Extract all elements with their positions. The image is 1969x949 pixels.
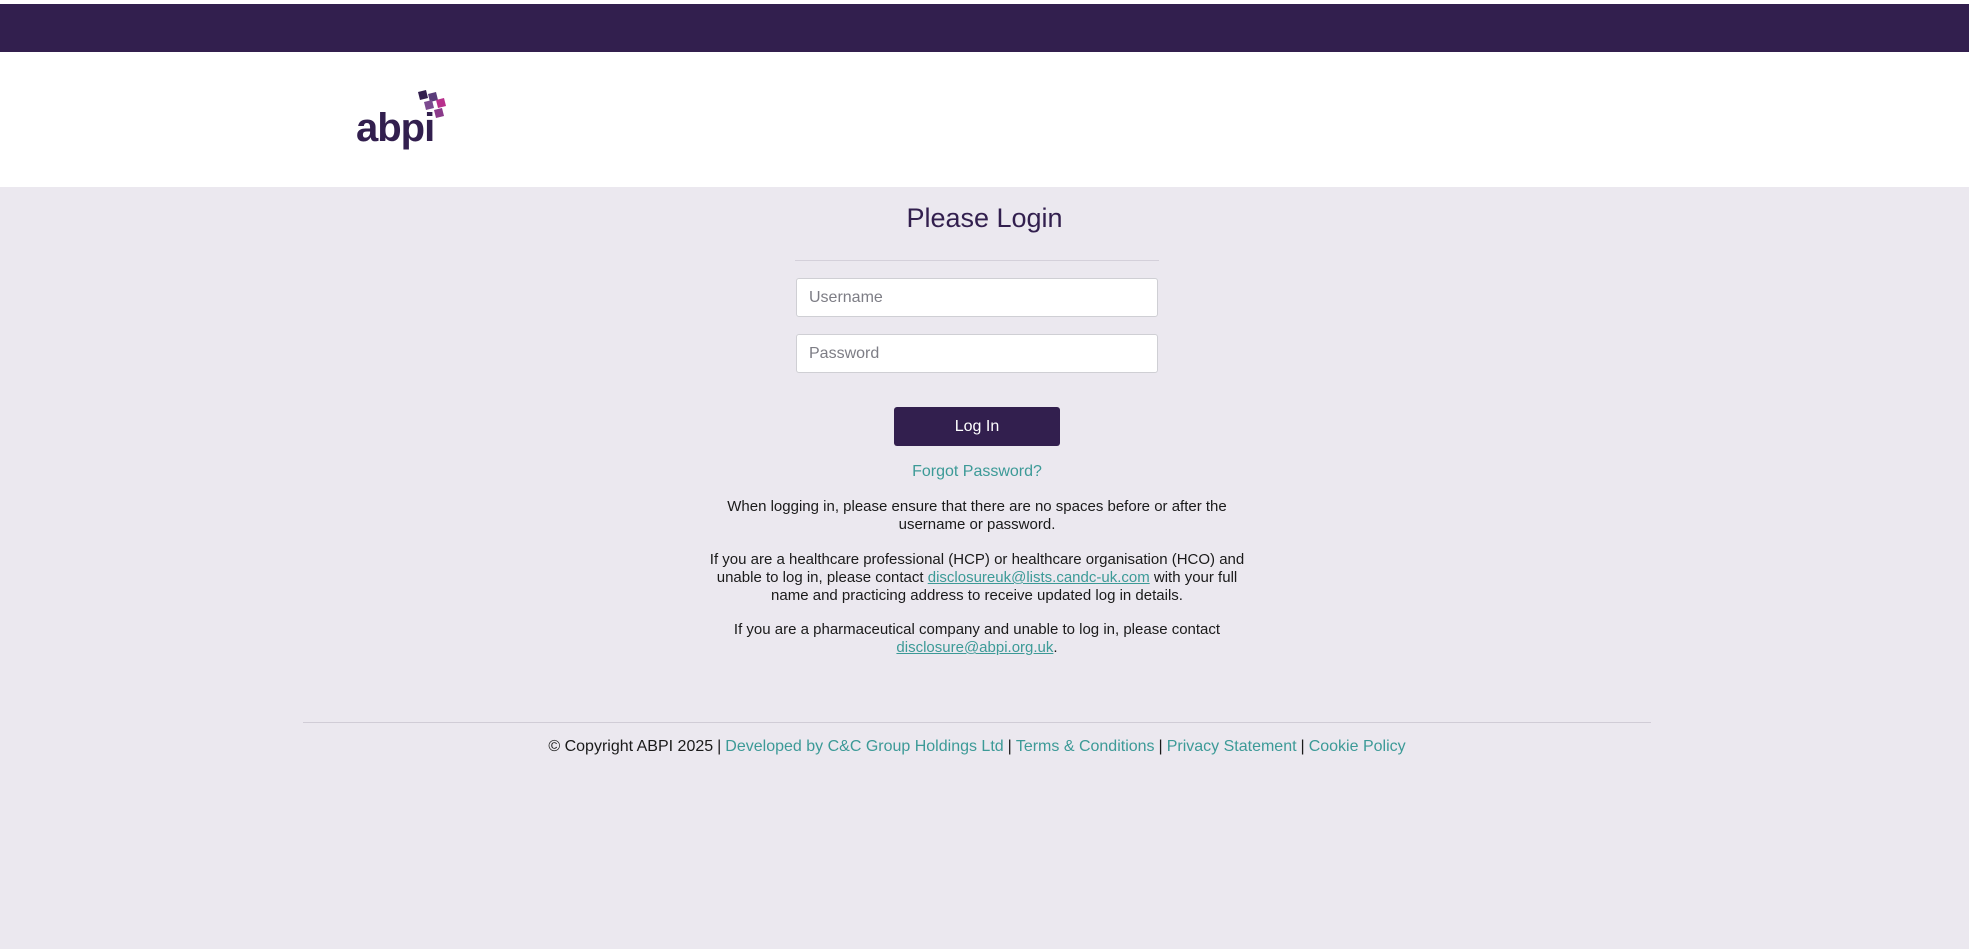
- logo-mark-icon: [418, 90, 446, 118]
- title-divider: [795, 260, 1159, 261]
- username-input[interactable]: [796, 278, 1158, 317]
- page-title: Please Login: [906, 203, 1063, 233]
- pharma-notice-paragraph: If you are a pharmaceutical company and …: [725, 621, 1230, 657]
- main-content: Please Login Log In Forgot Password? Whe…: [0, 187, 1969, 949]
- copyright-text: © Copyright ABPI 2025: [548, 738, 714, 755]
- footer-separator: |: [1300, 738, 1305, 755]
- hcp-notice-paragraph: If you are a healthcare professional (HC…: [707, 551, 1247, 605]
- spaces-notice-text: When logging in, please ensure that ther…: [727, 498, 1227, 533]
- pharma-notice-text-after: .: [1053, 639, 1058, 656]
- developed-by-link[interactable]: Developed by C&C Group Holdings Ltd: [725, 738, 1003, 755]
- footer-divider: [303, 722, 1651, 723]
- abpi-logo[interactable]: abpi: [356, 90, 456, 154]
- hcp-email-link[interactable]: disclosureuk@lists.candc-uk.com: [928, 569, 1150, 586]
- password-input[interactable]: [796, 334, 1158, 373]
- terms-link[interactable]: Terms & Conditions: [1016, 738, 1155, 755]
- spaces-notice: When logging in, please ensure that ther…: [0, 498, 1954, 534]
- forgot-password-link[interactable]: Forgot Password?: [0, 463, 1954, 481]
- pharma-notice-text-before: If you are a pharmaceutical company and …: [733, 621, 1221, 638]
- login-button[interactable]: Log In: [894, 407, 1060, 446]
- top-bar: [0, 4, 1969, 52]
- footer-separator: |: [1007, 738, 1012, 755]
- pharma-email-link[interactable]: disclosure@abpi.org.uk: [896, 639, 1053, 656]
- header: abpi: [0, 52, 1969, 187]
- privacy-link[interactable]: Privacy Statement: [1167, 738, 1297, 755]
- pharma-notice: If you are a pharmaceutical company and …: [0, 621, 1954, 657]
- footer: © Copyright ABPI 2025 | Developed by C&C G…: [0, 738, 1954, 756]
- footer-separator: |: [717, 738, 722, 755]
- cookie-policy-link[interactable]: Cookie Policy: [1309, 738, 1406, 755]
- footer-separator: |: [1158, 738, 1163, 755]
- hcp-notice: If you are a healthcare professional (HC…: [0, 551, 1954, 605]
